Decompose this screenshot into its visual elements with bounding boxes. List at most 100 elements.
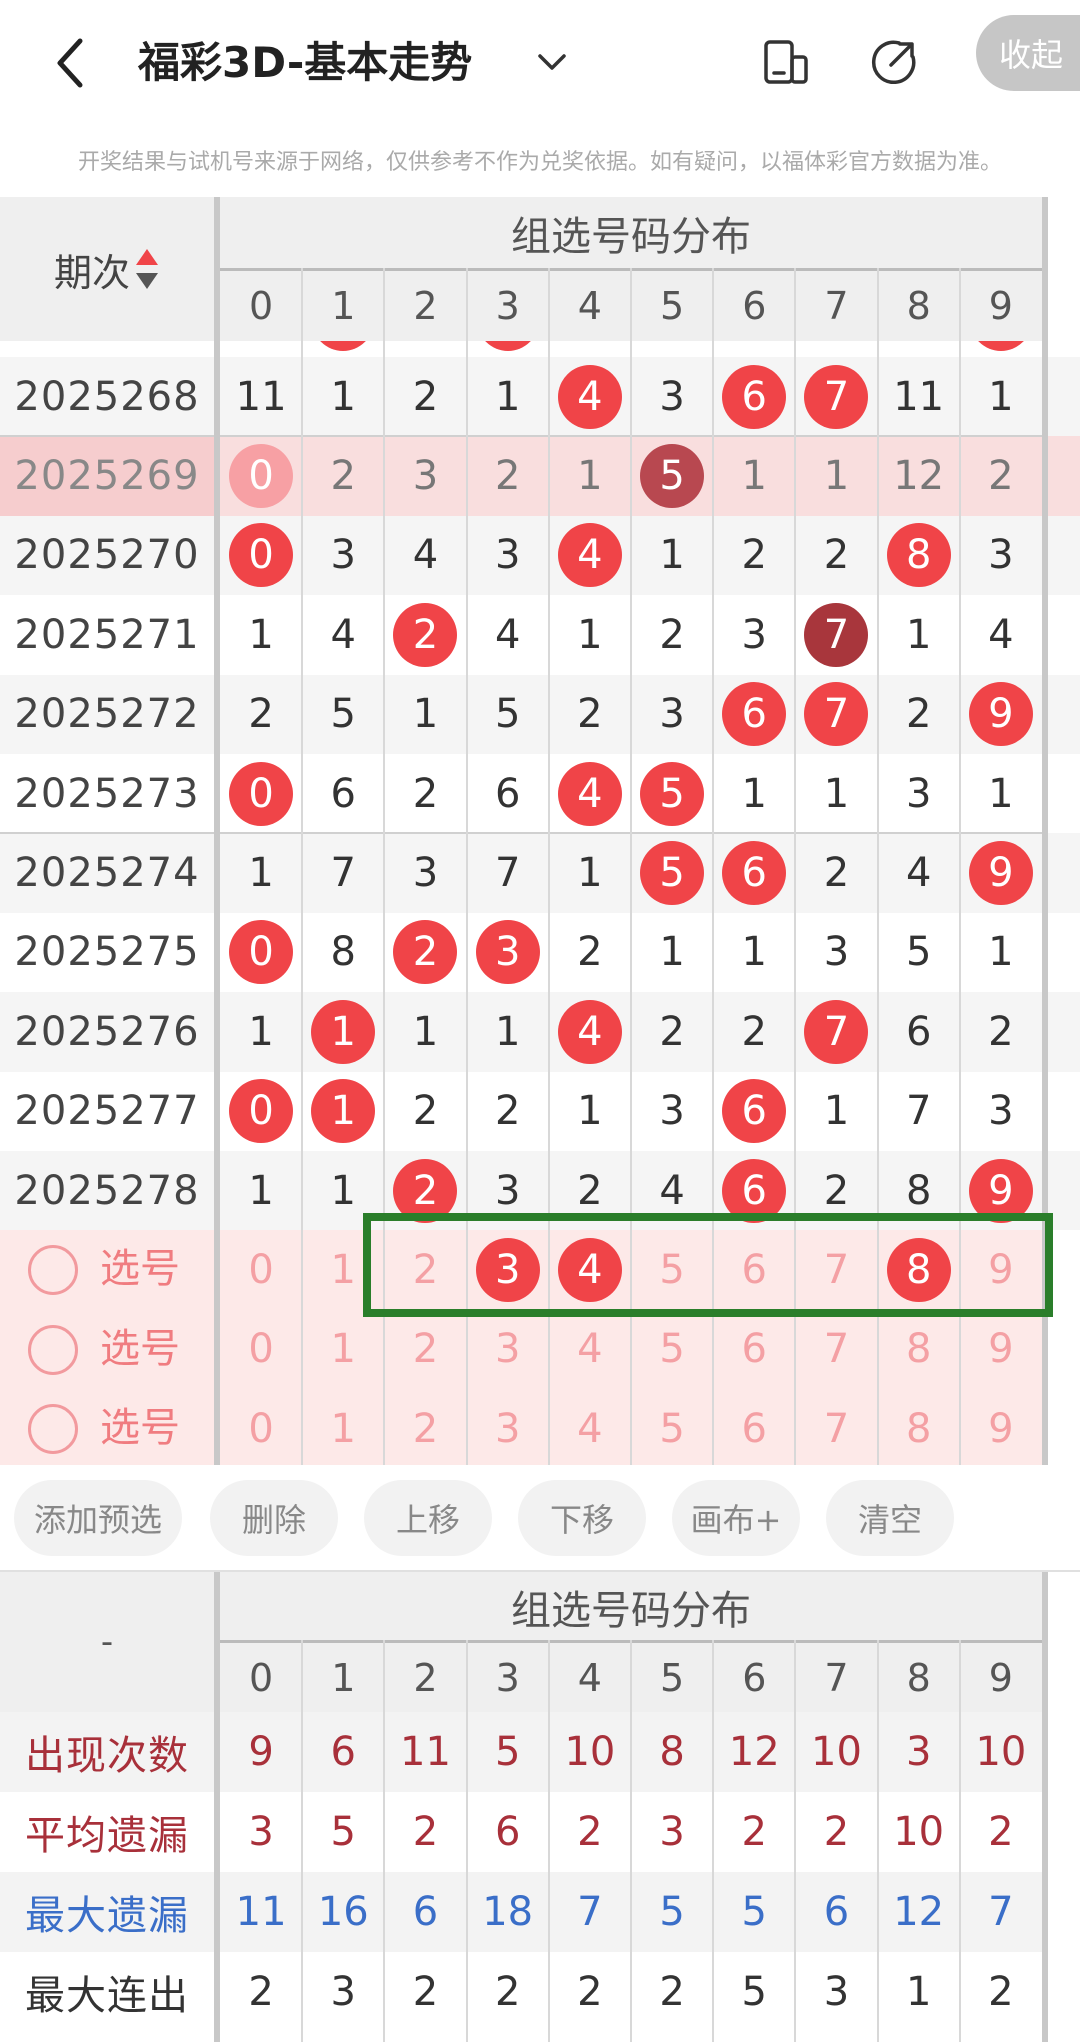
select-digit-0[interactable]: 0 [220,1310,302,1389]
omission-value: 5 [905,929,932,976]
toolbar-button-4[interactable]: 画布+ [672,1480,800,1556]
table-row[interactable]: 2025271 1 4 2 4 1 2 3 7 1 4 [0,595,1080,675]
cell-digit-1: 4 [302,595,384,674]
stats-value: 2 [988,1969,1014,2015]
header-digit-8: 8 [906,284,931,328]
cell-digit-0: 0 [220,913,302,992]
omission-value: 7 [494,850,521,897]
collapse-button[interactable]: 收起 [976,15,1080,91]
select-digit-2[interactable]: 2 [384,1389,466,1468]
toolbar-button-3[interactable]: 下移 [518,1480,646,1556]
select-digit-label: 6 [741,1405,767,1452]
select-digit-3[interactable]: 3 [467,1389,549,1468]
stats-value: 1 [905,1969,932,2015]
period-id: 2025276 [14,1008,200,1055]
select-digit-5[interactable]: 5 [631,1389,713,1468]
select-digit-4[interactable]: 4 [549,1389,631,1468]
select-label[interactable]: 选号 [100,1389,180,1468]
device-button[interactable] [758,34,814,90]
omission-value: 1 [577,850,603,897]
cell-digit-6: 6 [713,675,795,754]
select-radio[interactable] [28,1324,78,1375]
toolbar-button-0[interactable]: 添加预选 [14,1480,182,1556]
select-row[interactable]: 选号 0 1 2 3 4 5 6 7 8 9 [0,1389,1042,1469]
table-row[interactable]: 2025275 0 8 2 3 2 1 1 3 5 1 [0,912,1080,993]
omission-value: 2 [248,691,274,738]
select-digit-label: 1 [330,1326,356,1373]
select-digit-3[interactable]: 3 [467,1310,549,1389]
select-digit-7[interactable]: 7 [795,1310,877,1389]
cell-digit-3: 3 [467,913,549,992]
ball-digit-6: 6 [722,364,787,429]
table-row[interactable]: 2025270 0 3 4 3 4 1 2 2 8 3 [0,515,1080,596]
stats-value: 3 [659,1809,685,1855]
select-digit-9[interactable]: 9 [960,1389,1042,1468]
table-row[interactable]: 2025272 2 5 1 5 2 3 6 7 2 9 [0,674,1080,754]
select-digit-9[interactable]: 9 [960,1310,1042,1389]
omission-value: 1 [905,611,932,658]
select-radio[interactable] [28,1404,78,1455]
cell-digit-0: 1 [220,992,302,1071]
select-digit-2[interactable]: 2 [384,1310,466,1389]
title-dropdown[interactable] [532,42,572,82]
select-digit-8[interactable]: 8 [878,1389,960,1468]
select-digit-0[interactable]: 0 [220,1230,302,1309]
table-row[interactable]: 2025276 1 1 1 1 4 2 2 7 6 2 [0,992,1080,1072]
select-digit-label: 5 [659,1326,685,1373]
cell-digit-2: 2 [384,913,466,992]
omission-value: 1 [248,850,274,897]
select-digit-6[interactable]: 6 [713,1389,795,1468]
select-label[interactable]: 选号 [100,1310,180,1389]
toolbar-button-1[interactable]: 删除 [210,1480,338,1556]
omission-value: 1 [494,373,521,420]
cell-digit-6: 6 [713,833,795,912]
toolbar-button-5[interactable]: 清空 [826,1480,954,1556]
omission-value: 1 [659,532,685,579]
select-digit-7[interactable]: 7 [795,1389,877,1468]
table-row[interactable]: 2025268 11 1 2 1 4 3 6 7 11 1 [0,357,1080,437]
select-row[interactable]: 选号 0 1 2 3 4 5 6 7 8 9 [0,1309,1042,1390]
stats-column-line [876,1640,879,2042]
cell-digit-2: 1 [384,992,466,1071]
table-row[interactable]: 2025273 0 6 2 6 4 5 1 1 3 1 [0,754,1080,834]
table-row[interactable]: 2025269 0 2 3 2 1 5 1 1 12 2 [0,436,1080,516]
select-digit-8[interactable]: 8 [878,1310,960,1389]
cell-digit-8: 11 [878,357,960,436]
cell-digit-2: 3 [384,833,466,912]
select-digit-0[interactable]: 0 [220,1389,302,1468]
omission-value: 4 [412,532,439,579]
cell-digit-9: 9 [960,833,1042,912]
period-header[interactable]: 期次 [0,197,214,341]
select-digit-label: 2 [412,1405,439,1452]
ball-peek [312,341,375,351]
omission-value: 3 [330,532,356,579]
toolbar-button-2[interactable]: 上移 [364,1480,492,1556]
stats-value: 10 [811,1729,862,1775]
ball-digit-6: 6 [722,682,787,747]
table-row[interactable]: 2025274 1 7 3 7 1 5 6 2 4 9 [0,833,1080,913]
select-digit-6[interactable]: 6 [713,1310,795,1389]
back-button[interactable] [40,28,100,98]
page-title[interactable]: 福彩3D-基本走势 [138,32,472,94]
select-digit-label: 8 [905,1405,932,1452]
select-radio[interactable] [28,1245,78,1296]
chevron-down-icon [538,54,566,70]
stats-header-digit-3: 3 [495,1656,520,1700]
ball-peek [476,341,539,351]
ball-digit-9: 9 [968,841,1033,906]
stats-header-digit-8: 8 [906,1656,931,1700]
select-digit-5[interactable]: 5 [631,1310,713,1389]
select-label[interactable]: 选号 [100,1230,180,1309]
cell-digit-0: 0 [220,516,302,595]
select-digit-4[interactable]: 4 [549,1310,631,1389]
select-digit-1[interactable]: 1 [302,1310,384,1389]
select-digit-1[interactable]: 1 [302,1389,384,1468]
table-row[interactable]: 2025277 0 1 2 2 1 3 6 1 7 3 [0,1071,1080,1151]
app-header: 福彩3D-基本走势 [0,0,1080,125]
select-digit-label: 3 [494,1326,521,1373]
omission-value: 2 [577,691,603,738]
stats-column-line [465,1640,468,2042]
cell-digit-7: 7 [795,992,877,1071]
cell-digit-9: 9 [960,675,1042,754]
share-button[interactable] [866,34,922,90]
